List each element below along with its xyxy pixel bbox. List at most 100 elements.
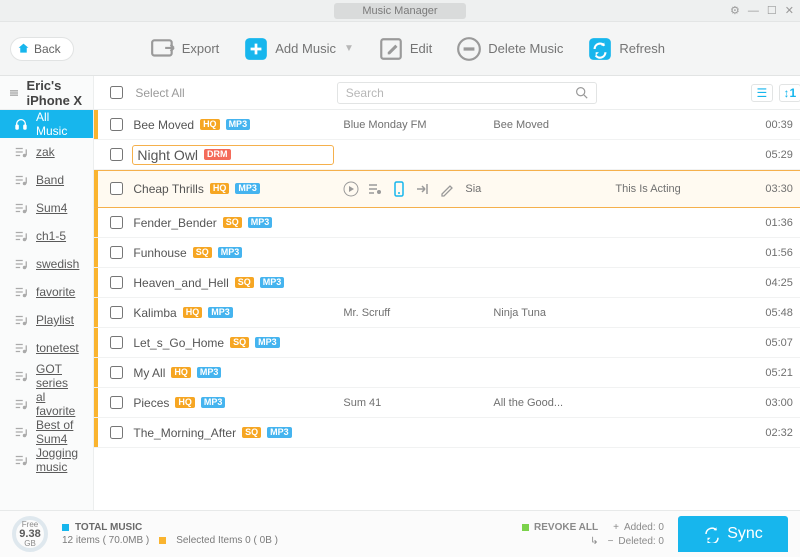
track-row[interactable]: Heaven_and_Hell SQ MP3 04:25 — [94, 268, 800, 298]
track-title: Let_s_Go_Home SQ MP3 — [133, 336, 333, 350]
content: Select All Search ☰ ↕1 ◉ Bee Moved HQ MP… — [94, 76, 800, 510]
view-toggle-group: ☰ ↕1 ◉ — [751, 84, 800, 102]
track-duration: 05:21 — [765, 367, 793, 379]
edit-row-icon[interactable] — [439, 181, 455, 197]
sync-button[interactable]: Sync — [678, 516, 788, 552]
device-icon[interactable] — [391, 181, 407, 197]
mp3-badge: MP3 — [255, 337, 280, 348]
sq-badge: SQ — [230, 337, 249, 348]
sidebar-item-swedish[interactable]: swedish — [0, 250, 93, 278]
select-all-label: Select All — [135, 86, 184, 100]
playlist-icon — [14, 145, 28, 159]
window-title: Music Manager — [334, 3, 465, 19]
titlebar: Music Manager ⚙ — ☐ ✕ — [0, 0, 800, 22]
track-title: Heaven_and_Hell SQ MP3 — [133, 276, 333, 290]
sidebar-item-best-of-sum4[interactable]: Best of Sum4 — [0, 418, 93, 446]
track-row[interactable]: Bee Moved HQ MP3Blue Monday FMBee Moved0… — [94, 110, 800, 140]
track-row[interactable]: Funhouse SQ MP301:56 — [94, 238, 800, 268]
hq-badge: HQ — [200, 119, 220, 130]
sidebar-item-label: swedish — [36, 257, 79, 271]
track-row[interactable]: Kalimba HQ MP3Mr. ScruffNinja Tuna05:48 — [94, 298, 800, 328]
track-row[interactable]: Let_s_Go_Home SQ MP305:07 — [94, 328, 800, 358]
home-icon — [17, 42, 30, 55]
select-all-checkbox[interactable] — [110, 86, 123, 99]
device-menu-icon — [10, 87, 18, 99]
sidebar-item-ch1-5[interactable]: ch1-5 — [0, 222, 93, 250]
sidebar-item-tonetest[interactable]: tonetest — [0, 334, 93, 362]
settings-icon[interactable]: ⚙ — [730, 4, 740, 17]
sidebar-item-playlist[interactable]: Playlist — [0, 306, 93, 334]
track-title: Night Owl DRM — [133, 146, 333, 164]
track-artist: Mr. Scruff — [343, 307, 483, 319]
export-button[interactable]: Export — [150, 36, 220, 62]
sidebar-item-zak[interactable]: zak — [0, 138, 93, 166]
row-checkbox[interactable] — [110, 276, 123, 289]
sync-label: Sync — [727, 525, 763, 543]
sync-status: REVOKE ALL+Added: 0 ↳−Deleted: 0 — [522, 522, 664, 547]
row-checkbox[interactable] — [110, 396, 123, 409]
back-button[interactable]: Back — [10, 37, 74, 61]
device-header[interactable]: Eric's iPhone X — [0, 76, 93, 110]
track-duration: 03:00 — [765, 397, 793, 409]
headphones-icon — [14, 117, 28, 131]
row-checkbox[interactable] — [110, 306, 123, 319]
sidebar-item-al-favorite[interactable]: al favorite — [0, 390, 93, 418]
sidebar-item-favorite[interactable]: favorite — [0, 278, 93, 306]
mp3-badge: MP3 — [197, 367, 222, 378]
sidebar-item-jogging-music[interactable]: Jogging music — [0, 446, 93, 474]
revoke-all-label[interactable]: REVOKE ALL — [534, 522, 598, 533]
search-input[interactable]: Search — [337, 82, 597, 104]
sidebar-item-label: favorite — [36, 285, 75, 299]
sort-button[interactable]: ↕1 — [779, 84, 800, 102]
track-duration: 04:25 — [765, 277, 793, 289]
mp3-badge: MP3 — [235, 183, 260, 194]
sidebar-item-band[interactable]: Band — [0, 166, 93, 194]
delete-music-button[interactable]: Delete Music — [456, 36, 563, 62]
play-icon[interactable] — [343, 181, 359, 197]
row-checkbox[interactable] — [110, 246, 123, 259]
chevron-down-icon: ▼ — [344, 43, 354, 54]
track-album: This Is Acting — [615, 183, 755, 195]
track-title: The_Morning_After SQ MP3 — [133, 426, 333, 440]
device-name: Eric's iPhone X — [26, 78, 83, 108]
close-icon[interactable]: ✕ — [785, 4, 794, 17]
row-checkbox[interactable] — [110, 426, 123, 439]
window-controls: ⚙ — ☐ ✕ — [730, 4, 794, 17]
row-checkbox[interactable] — [110, 118, 123, 131]
track-row[interactable]: Fender_Bender SQ MP301:36 — [94, 208, 800, 238]
mp3-badge: MP3 — [248, 217, 273, 228]
deleted-count: Deleted: 0 — [618, 536, 664, 547]
refresh-button[interactable]: Refresh — [587, 36, 665, 62]
sidebar-item-label: Sum4 — [36, 201, 67, 215]
sidebar-item-all-music[interactable]: All Music — [0, 110, 93, 138]
track-row[interactable]: Night Owl DRM05:29 — [94, 140, 800, 170]
row-checkbox[interactable] — [110, 216, 123, 229]
add-music-button[interactable]: Add Music ▼ — [243, 36, 354, 62]
edit-label: Edit — [410, 41, 432, 56]
minimize-icon[interactable]: — — [748, 5, 759, 17]
track-row[interactable]: My All HQ MP305:21 — [94, 358, 800, 388]
list-view-button[interactable]: ☰ — [751, 84, 773, 102]
footer: Free 9.38 GB TOTAL MUSIC 12 items ( 70.0… — [0, 510, 800, 557]
row-checkbox[interactable] — [110, 336, 123, 349]
row-checkbox[interactable] — [110, 148, 123, 161]
sidebar-item-label: GOT series — [36, 362, 79, 390]
track-row[interactable]: Cheap Thrills HQ MP3SiaThis Is Acting03:… — [94, 170, 800, 208]
sidebar-item-label: Band — [36, 173, 64, 187]
delete-icon — [456, 36, 482, 62]
toolbar: Back Export Add Music ▼ Edit Delete Musi… — [0, 22, 800, 76]
sidebar-item-label: zak — [36, 145, 55, 159]
track-row[interactable]: Pieces HQ MP3Sum 41All the Good...03:00 — [94, 388, 800, 418]
row-checkbox[interactable] — [110, 366, 123, 379]
selected-items: Selected Items 0 ( 0B ) — [176, 535, 278, 546]
maximize-icon[interactable]: ☐ — [767, 4, 777, 17]
search-placeholder: Search — [346, 86, 384, 100]
sidebar-item-sum4[interactable]: Sum4 — [0, 194, 93, 222]
queue-icon[interactable] — [367, 181, 383, 197]
playlist-icon — [14, 425, 28, 439]
edit-button[interactable]: Edit — [378, 36, 432, 62]
row-checkbox[interactable] — [110, 182, 123, 195]
import-icon[interactable] — [415, 181, 431, 197]
track-row[interactable]: The_Morning_After SQ MP302:32 — [94, 418, 800, 448]
sidebar-item-got-series[interactable]: GOT series — [0, 362, 93, 390]
